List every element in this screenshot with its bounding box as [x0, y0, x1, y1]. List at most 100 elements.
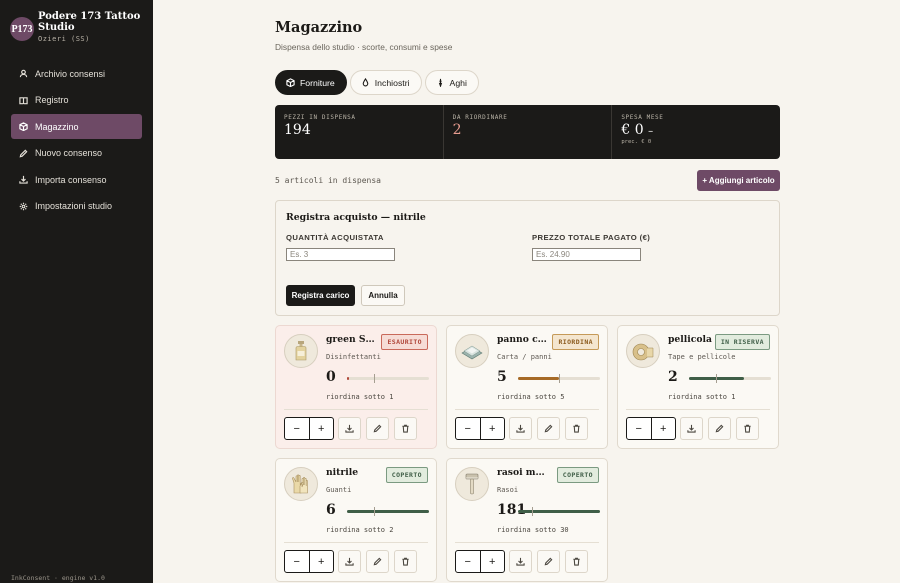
increase-button[interactable]: +	[481, 551, 505, 572]
quantity-stepper[interactable]: − +	[626, 417, 676, 440]
gloves-icon	[292, 474, 308, 494]
gear-icon	[19, 202, 28, 211]
edit-button[interactable]	[366, 550, 389, 573]
download-icon	[516, 424, 525, 433]
download-icon	[345, 424, 354, 433]
stat-spesa: Spesa mese € 0 – prec. € 0	[612, 105, 780, 159]
reorder-threshold-tick	[374, 374, 376, 383]
studio-name: Podere 173 Tattoo Studio	[38, 11, 141, 33]
divider	[284, 542, 428, 543]
tab-label: Aghi	[449, 77, 467, 88]
decrease-button[interactable]: −	[456, 551, 481, 572]
delete-button[interactable]	[565, 417, 588, 440]
pencil-icon	[544, 424, 553, 433]
edit-button[interactable]	[537, 550, 560, 573]
quantity-stepper[interactable]: − +	[455, 417, 505, 440]
item-icon	[455, 467, 489, 501]
soap-bottle-icon	[295, 341, 307, 361]
item-name: nitrile	[326, 467, 359, 478]
trash-icon	[402, 424, 409, 433]
decrease-button[interactable]: −	[285, 418, 310, 439]
sidebar: P173 Podere 173 Tattoo Studio Ozieri (SS…	[0, 0, 153, 583]
divider	[455, 409, 599, 410]
item-name: pellicola	[668, 334, 712, 345]
stat-riordinare: Da riordinare 2	[444, 105, 613, 159]
quantity-input[interactable]	[286, 248, 395, 261]
download-icon	[687, 424, 696, 433]
stock-bar-fill	[518, 510, 600, 513]
decrease-button[interactable]: −	[627, 418, 652, 439]
load-button[interactable]	[680, 417, 703, 440]
increase-button[interactable]: +	[481, 418, 505, 439]
divider	[455, 542, 599, 543]
status-badge: Coperto	[385, 467, 428, 483]
quantity-stepper[interactable]: − +	[455, 550, 505, 573]
delete-button[interactable]	[565, 550, 588, 573]
stat-label: Spesa mese	[621, 114, 664, 121]
spesa-trend: –	[648, 126, 654, 137]
item-quantity: 0	[326, 369, 336, 385]
stat-label: Da riordinare	[452, 114, 508, 121]
load-button[interactable]	[509, 550, 532, 573]
cancel-button[interactable]: Annulla	[361, 285, 405, 306]
load-button[interactable]	[338, 417, 361, 440]
decrease-button[interactable]: −	[285, 551, 310, 572]
pencil-icon	[373, 557, 382, 566]
trash-icon	[744, 424, 751, 433]
delete-button[interactable]	[394, 550, 417, 573]
increase-button[interactable]: +	[310, 418, 334, 439]
status-badge: Esaurito	[381, 334, 428, 350]
pencil-icon	[373, 424, 382, 433]
decrease-button[interactable]: −	[456, 418, 481, 439]
add-item-button[interactable]: + Aggiungi articolo	[697, 170, 780, 191]
purchase-title: Registra acquisto — nitrile	[286, 212, 426, 223]
reorder-threshold: riordina sotto 30	[497, 526, 569, 534]
stock-bar	[518, 374, 600, 383]
increase-button[interactable]: +	[310, 551, 334, 572]
category-tabs: Forniture Inchiostri Aghi	[275, 70, 482, 95]
item-name: rasoi monouso	[497, 467, 550, 478]
quantity-stepper[interactable]: − +	[284, 550, 334, 573]
stats-panel: Pezzi in dispensa 194 Da riordinare 2 Sp…	[275, 105, 780, 159]
sidebar-item-label: Nuovo consenso	[35, 148, 103, 159]
sidebar-item-importa[interactable]: Importa consenso	[11, 167, 142, 192]
inventory-card-green-soap: green Soap Esaurito Disinfettanti 0 rior…	[275, 325, 437, 449]
tab-aghi[interactable]: Aghi	[424, 70, 479, 95]
pencil-icon	[544, 557, 553, 566]
stat-label: Pezzi in dispensa	[284, 114, 356, 121]
register-load-button[interactable]: Registra carico	[286, 285, 355, 306]
razor-icon	[465, 473, 479, 495]
delete-button[interactable]	[736, 417, 759, 440]
trash-icon	[402, 557, 409, 566]
spesa-amount: € 0	[621, 122, 644, 138]
increase-button[interactable]: +	[652, 418, 676, 439]
sidebar-item-magazzino[interactable]: Magazzino	[11, 114, 142, 140]
load-button[interactable]	[338, 550, 361, 573]
stock-bar-fill	[518, 377, 559, 380]
trash-icon	[573, 557, 580, 566]
edit-button[interactable]	[537, 417, 560, 440]
inventory-card-pellicola: pellicola In riserva Tape e pellicole 2 …	[617, 325, 779, 449]
item-category: Guanti	[326, 486, 352, 494]
stat-value: € 0 –	[621, 122, 771, 138]
delete-button[interactable]	[394, 417, 417, 440]
tab-forniture[interactable]: Forniture	[275, 70, 347, 95]
item-name: green Soap	[326, 334, 379, 345]
price-input[interactable]	[532, 248, 641, 261]
sidebar-item-label: Magazzino	[35, 121, 79, 132]
item-category: Carta / panni	[497, 353, 552, 361]
sidebar-item-nuovo-consenso[interactable]: Nuovo consenso	[11, 141, 142, 166]
sidebar-item-label: Archivio consensi	[35, 68, 106, 79]
drop-icon	[362, 78, 369, 87]
sidebar-item-registro[interactable]: Registro	[11, 88, 142, 113]
tape-icon	[632, 343, 654, 361]
tab-inchiostri[interactable]: Inchiostri	[349, 70, 422, 95]
edit-button[interactable]	[366, 417, 389, 440]
sidebar-item-label: Importa consenso	[35, 174, 107, 185]
quantity-stepper[interactable]: − +	[284, 417, 334, 440]
inventory-card-panno-carta: panno carta Riordina Carta / panni 5 rio…	[446, 325, 608, 449]
edit-button[interactable]	[708, 417, 731, 440]
sidebar-item-impostazioni[interactable]: Impostazioni studio	[11, 194, 142, 219]
load-button[interactable]	[509, 417, 532, 440]
sidebar-item-archivio[interactable]: Archivio consensi	[11, 61, 142, 86]
